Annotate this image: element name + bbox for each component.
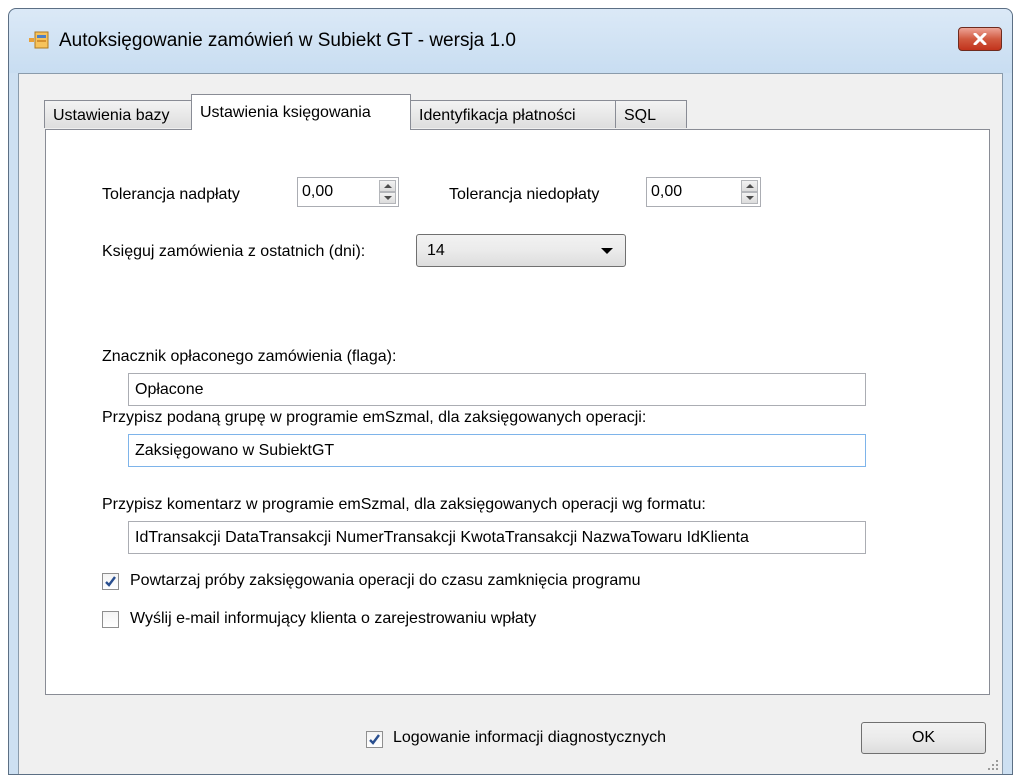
retry-checkbox[interactable] (102, 573, 119, 590)
close-icon (973, 33, 987, 45)
tab-label: Identyfikacja płatności (419, 107, 576, 124)
ok-button[interactable]: OK (861, 722, 986, 754)
window-title: Autoksięgowanie zamówień w Subiekt GT - … (59, 30, 516, 51)
tab-ustawienia-bazy[interactable]: Ustawienia bazy (44, 100, 192, 128)
underpay-input[interactable] (647, 178, 725, 206)
underpay-stepper[interactable] (646, 177, 761, 207)
app-icon (29, 31, 49, 49)
spin-up-icon[interactable] (379, 180, 396, 192)
comment-label: Przypisz komentarz w programie emSzmal, … (102, 496, 706, 513)
tab-ustawienia-ksiegowania[interactable]: Ustawienia księgowania (191, 94, 411, 130)
check-icon (369, 734, 380, 745)
tab-sql[interactable]: SQL (615, 100, 687, 128)
overpay-input[interactable] (298, 178, 376, 206)
close-button[interactable] (958, 27, 1002, 51)
underpay-spin-buttons[interactable] (741, 180, 758, 204)
underpay-label: Tolerancja niedopłaty (449, 186, 600, 203)
days-label: Księguj zamówienia z ostatnich (dni): (102, 243, 366, 260)
tab-label: Ustawienia księgowania (200, 104, 371, 121)
email-checkbox[interactable] (102, 611, 119, 628)
comment-input[interactable] (128, 521, 866, 554)
resize-grip-icon[interactable] (986, 758, 1000, 772)
overpay-stepper[interactable] (297, 177, 399, 207)
days-dropdown[interactable]: 14 (416, 234, 626, 267)
tab-label: Ustawienia bazy (53, 107, 170, 124)
flag-input[interactable] (128, 373, 866, 406)
days-value: 14 (427, 242, 445, 259)
tab-identyfikacja-platnosci[interactable]: Identyfikacja płatności (410, 100, 616, 128)
group-label: Przypisz podaną grupę w programie emSzma… (102, 409, 647, 426)
email-label: Wyślij e-mail informujący klienta o zare… (130, 610, 537, 627)
diagnostics-label: Logowanie informacji diagnostycznych (393, 729, 667, 746)
title-bar[interactable]: Autoksięgowanie zamówień w Subiekt GT - … (9, 9, 1012, 73)
spin-up-icon[interactable] (741, 180, 758, 192)
spin-down-icon[interactable] (379, 192, 396, 204)
check-icon (105, 576, 116, 587)
overpay-label: Tolerancja nadpłaty (102, 186, 240, 203)
app-window: Autoksięgowanie zamówień w Subiekt GT - … (8, 8, 1013, 775)
tab-panel-ksiegowanie: Tolerancja nadpłaty Tolerancja niedopłat… (45, 129, 990, 695)
retry-label: Powtarzaj próby zaksięgowania operacji d… (130, 572, 641, 589)
client-area: Ustawienia bazy Ustawienia księgowania I… (18, 73, 1003, 774)
flag-label: Znacznik opłaconego zamówienia (flaga): (102, 348, 397, 365)
chevron-down-icon (601, 248, 613, 254)
ok-label: OK (911, 729, 936, 746)
group-input[interactable] (128, 434, 866, 467)
overpay-spin-buttons[interactable] (379, 180, 396, 204)
spin-down-icon[interactable] (741, 192, 758, 204)
tab-label: SQL (624, 107, 657, 124)
diagnostics-checkbox[interactable] (366, 731, 383, 748)
